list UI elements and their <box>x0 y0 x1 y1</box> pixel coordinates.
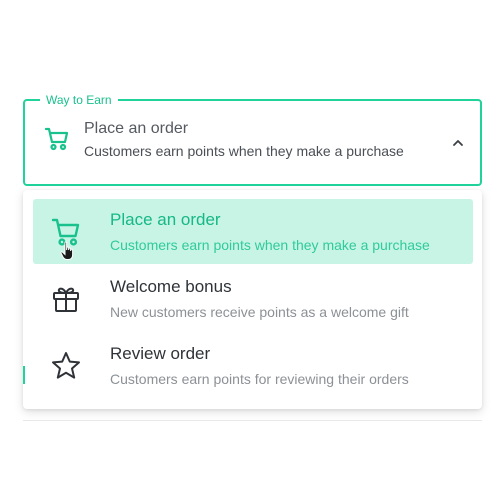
field-edge-fragment <box>23 366 25 384</box>
chevron-up-icon[interactable] <box>451 136 465 150</box>
option-title: Welcome bonus <box>110 277 232 296</box>
dropdown-menu: Place an order Customers earn points whe… <box>23 190 482 409</box>
option-place-an-order[interactable]: Place an order Customers earn points whe… <box>33 199 473 264</box>
divider <box>23 420 482 421</box>
option-subtitle: Customers earn points for reviewing thei… <box>110 371 409 387</box>
option-title: Review order <box>110 344 211 363</box>
hand-cursor-icon <box>60 241 76 261</box>
star-icon <box>49 349 83 383</box>
option-subtitle: New customers receive points as a welcom… <box>110 304 409 320</box>
option-title: Place an order <box>110 210 221 229</box>
option-review-order[interactable]: Review order Customers earn points for r… <box>33 333 473 398</box>
option-subtitle: Customers earn points when they make a p… <box>110 237 430 253</box>
cart-icon <box>43 125 71 153</box>
option-welcome-bonus[interactable]: Welcome bonus New customers receive poin… <box>33 266 473 331</box>
selected-option-subtitle: Customers earn points when they make a p… <box>84 143 404 159</box>
field-label: Way to Earn <box>40 92 118 108</box>
way-to-earn-select[interactable]: Way to Earn Place an order Customers ear… <box>23 92 482 186</box>
selected-option-title: Place an order <box>84 120 189 137</box>
page: Way to Earn Place an order Customers ear… <box>0 0 500 500</box>
gift-icon <box>49 282 83 316</box>
